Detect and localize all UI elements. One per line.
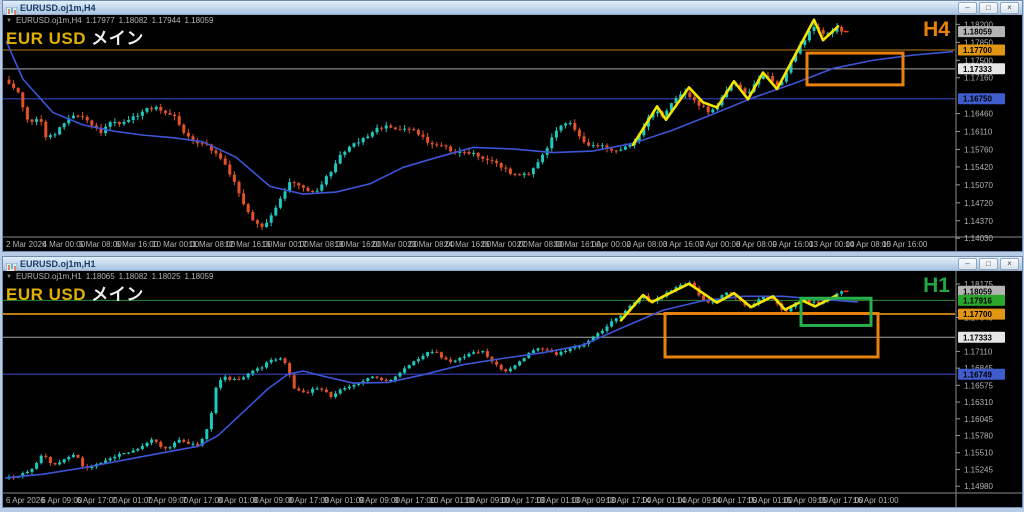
close-button[interactable]: ×	[1000, 258, 1019, 270]
window-titlebar[interactable]: EURUSD.oj1m,H4 – □ ×	[3, 1, 1022, 15]
minimize-button[interactable]: –	[958, 258, 977, 270]
svg-text:1.14030: 1.14030	[964, 234, 993, 243]
svg-text:16 Apr 01:00: 16 Apr 01:00	[853, 496, 899, 505]
timeframe-badge: H1	[923, 274, 950, 298]
ohlc-open: 1.18065	[86, 272, 115, 281]
svg-text:1.16750: 1.16750	[963, 95, 992, 104]
svg-text:1.17160: 1.17160	[964, 74, 993, 83]
chart-window-h1: EURUSD.oj1m,H1 – □ × 1.181751.176451.171…	[2, 256, 1023, 508]
ohlc-symbol: EURUSD.oj1m,H1	[16, 272, 82, 281]
svg-text:1.17700: 1.17700	[963, 310, 992, 319]
svg-text:1 Apr 00:00: 1 Apr 00:00	[590, 240, 631, 249]
svg-text:1.15780: 1.15780	[964, 432, 993, 441]
watermark-suffix: メイン	[91, 29, 144, 48]
chart-canvas-h1[interactable]: 1.181751.176451.171101.168451.165751.163…	[3, 271, 1022, 507]
symbol-dropdown-marker[interactable]: ▼	[6, 274, 12, 280]
ohlc-readout: ▼ EURUSD.oj1m,H4 1.17977 1.18082 1.17944…	[6, 16, 213, 25]
svg-text:1.17333: 1.17333	[963, 333, 992, 342]
window-title: EURUSD.oj1m,H4	[20, 3, 96, 13]
symbol-watermark: EUR USD メイン	[6, 24, 144, 49]
svg-text:1.14370: 1.14370	[964, 217, 993, 226]
svg-text:3 Apr 16:00: 3 Apr 16:00	[663, 240, 704, 249]
svg-text:1.15760: 1.15760	[964, 145, 993, 154]
minimize-button[interactable]: –	[958, 2, 977, 14]
svg-text:1.14720: 1.14720	[964, 199, 993, 208]
svg-text:1.15510: 1.15510	[964, 449, 993, 458]
svg-text:1.16045: 1.16045	[964, 415, 993, 424]
chart-canvas-h4[interactable]: 1.182001.178501.175001.171601.164601.161…	[3, 15, 1022, 251]
watermark-symbol: EUR USD	[6, 29, 86, 48]
svg-text:1.17333: 1.17333	[963, 65, 992, 74]
watermark-suffix: メイン	[91, 285, 144, 304]
chart-icon	[6, 259, 17, 268]
ohlc-symbol: EURUSD.oj1m,H4	[16, 16, 82, 25]
svg-text:1.15070: 1.15070	[964, 181, 993, 190]
symbol-watermark: EUR USD メイン	[6, 280, 144, 305]
close-button[interactable]: ×	[1000, 2, 1019, 14]
ohlc-close: 1.18059	[185, 16, 214, 25]
ohlc-low: 1.17944	[152, 16, 181, 25]
svg-text:1.15420: 1.15420	[964, 163, 993, 172]
ohlc-open: 1.17977	[86, 16, 115, 25]
svg-text:1.17916: 1.17916	[963, 296, 992, 305]
ohlc-high: 1.18082	[119, 16, 148, 25]
window-titlebar[interactable]: EURUSD.oj1m,H1 – □ ×	[3, 257, 1022, 271]
svg-text:1.16460: 1.16460	[964, 110, 993, 119]
svg-text:1.16749: 1.16749	[963, 370, 992, 379]
chart-icon	[6, 3, 17, 12]
svg-text:1.17700: 1.17700	[963, 46, 992, 55]
ohlc-close: 1.18059	[185, 272, 214, 281]
mt4-workspace: { "mdi": { "background": "#b7cce4" }, "w…	[0, 0, 1024, 510]
svg-text:7 Apr 00:00: 7 Apr 00:00	[700, 240, 741, 249]
window-controls: – □ ×	[958, 258, 1019, 270]
chart-window-h4: EURUSD.oj1m,H4 – □ × 1.182001.178501.175…	[2, 0, 1023, 252]
svg-text:1.16575: 1.16575	[964, 381, 993, 390]
window-title: EURUSD.oj1m,H1	[20, 259, 96, 269]
ohlc-readout: ▼ EURUSD.oj1m,H1 1.18065 1.18082 1.18025…	[6, 272, 213, 281]
svg-text:8 Apr 08:00: 8 Apr 08:00	[736, 240, 777, 249]
svg-text:1.18059: 1.18059	[963, 28, 992, 37]
symbol-dropdown-marker[interactable]: ▼	[6, 18, 12, 24]
timeframe-badge: H4	[923, 18, 950, 42]
svg-text:1.16110: 1.16110	[964, 128, 993, 137]
chart-area-h4[interactable]: 1.182001.178501.175001.171601.164601.161…	[3, 15, 1022, 251]
svg-text:2 Apr 08:00: 2 Apr 08:00	[627, 240, 668, 249]
svg-text:1.16310: 1.16310	[964, 398, 993, 407]
restore-button[interactable]: □	[979, 258, 998, 270]
chart-area-h1[interactable]: 1.181751.176451.171101.168451.165751.163…	[3, 271, 1022, 507]
svg-text:1.14980: 1.14980	[964, 482, 993, 491]
ohlc-high: 1.18082	[119, 272, 148, 281]
svg-text:6 Apr 2026: 6 Apr 2026	[6, 496, 45, 505]
svg-text:15 Apr 16:00: 15 Apr 16:00	[882, 240, 928, 249]
svg-text:1.15245: 1.15245	[964, 465, 993, 474]
svg-text:9 Apr 16:00: 9 Apr 16:00	[773, 240, 814, 249]
ohlc-low: 1.18025	[152, 272, 181, 281]
restore-button[interactable]: □	[979, 2, 998, 14]
watermark-symbol: EUR USD	[6, 285, 86, 304]
window-controls: – □ ×	[958, 2, 1019, 14]
svg-text:1.17110: 1.17110	[964, 347, 993, 356]
svg-text:2 Mar 2026: 2 Mar 2026	[6, 240, 47, 249]
